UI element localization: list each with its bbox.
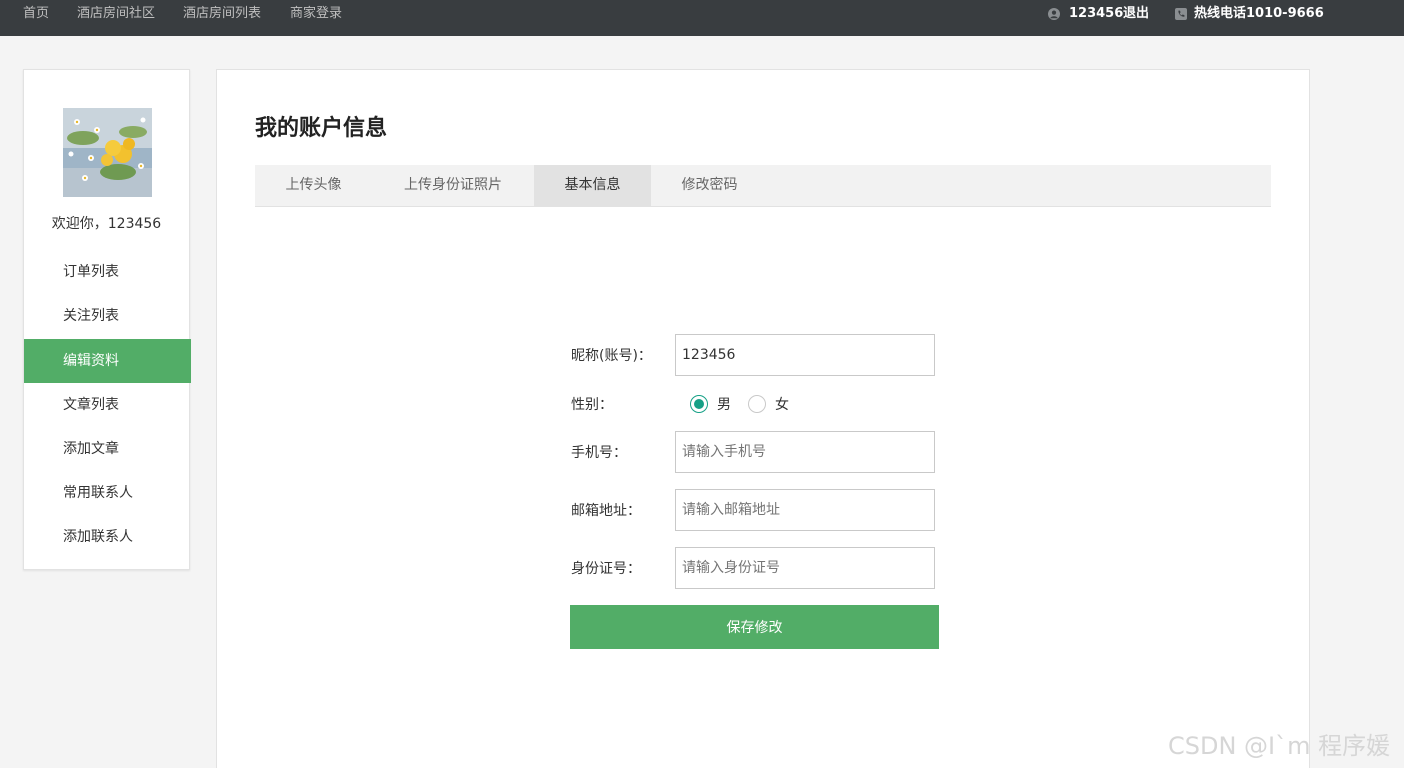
main-panel: 我的账户信息 上传头像 上传身份证照片 基本信息 修改密码 昵称(账号)： 性别…: [216, 69, 1310, 768]
page-title: 我的账户信息: [255, 116, 388, 141]
user-icon: [1048, 8, 1060, 20]
sidebar-item-follows[interactable]: 关注列表: [24, 294, 191, 338]
tab-change-password[interactable]: 修改密码: [651, 165, 768, 206]
gender-female-radio[interactable]: [748, 395, 766, 413]
nav-room-community[interactable]: 酒店房间社区: [77, 0, 155, 28]
tab-bar: 上传头像 上传身份证照片 基本信息 修改密码: [255, 165, 1271, 207]
sidebar-item-add-article[interactable]: 添加文章: [24, 427, 191, 471]
nickname-label: 昵称(账号)：: [571, 348, 652, 364]
logout-link[interactable]: 退出: [1123, 0, 1149, 28]
gender-male-label[interactable]: 男: [717, 394, 731, 414]
hotline-text: 热线电话1010-9666: [1194, 6, 1324, 21]
phone-input[interactable]: [675, 431, 935, 473]
top-username[interactable]: 123456: [1069, 0, 1123, 28]
watermark: CSDN @I`m 程序媛: [1168, 732, 1391, 760]
sidebar-item-edit-profile[interactable]: 编辑资料: [24, 339, 191, 383]
gender-label: 性别：: [571, 397, 613, 413]
nickname-input[interactable]: [675, 334, 935, 376]
nav-room-list[interactable]: 酒店房间列表: [183, 0, 261, 28]
phone-label: 手机号：: [571, 445, 627, 461]
welcome-text: 欢迎你，123456: [51, 216, 162, 232]
id-number-input[interactable]: [675, 547, 935, 589]
sidebar-item-contacts[interactable]: 常用联系人: [24, 471, 191, 515]
nav-merchant-login[interactable]: 商家登录: [290, 0, 342, 28]
gender-female-label[interactable]: 女: [775, 394, 789, 414]
save-button[interactable]: 保存修改: [570, 605, 939, 649]
email-label: 邮箱地址：: [571, 503, 641, 519]
tab-upload-avatar[interactable]: 上传头像: [255, 165, 372, 206]
tab-upload-id-photo[interactable]: 上传身份证照片: [372, 165, 534, 206]
nav-home[interactable]: 首页: [23, 0, 49, 28]
phone-icon: [1175, 8, 1187, 20]
gender-male-radio[interactable]: [690, 395, 708, 413]
avatar-flowers-image: [63, 108, 152, 197]
id-number-label: 身份证号：: [571, 561, 641, 577]
sidebar-item-articles[interactable]: 文章列表: [24, 383, 191, 427]
top-bar: 首页 酒店房间社区 酒店房间列表 商家登录 123456 退出 热线电话1010…: [0, 0, 1404, 36]
sidebar-item-orders[interactable]: 订单列表: [24, 250, 191, 294]
avatar[interactable]: [63, 108, 152, 197]
email-input[interactable]: [675, 489, 935, 531]
sidebar: 欢迎你，123456 订单列表 关注列表 编辑资料 文章列表 添加文章 常用联系…: [23, 69, 191, 570]
sidebar-item-add-contact[interactable]: 添加联系人: [24, 515, 191, 559]
tab-basic-info[interactable]: 基本信息: [534, 165, 651, 206]
